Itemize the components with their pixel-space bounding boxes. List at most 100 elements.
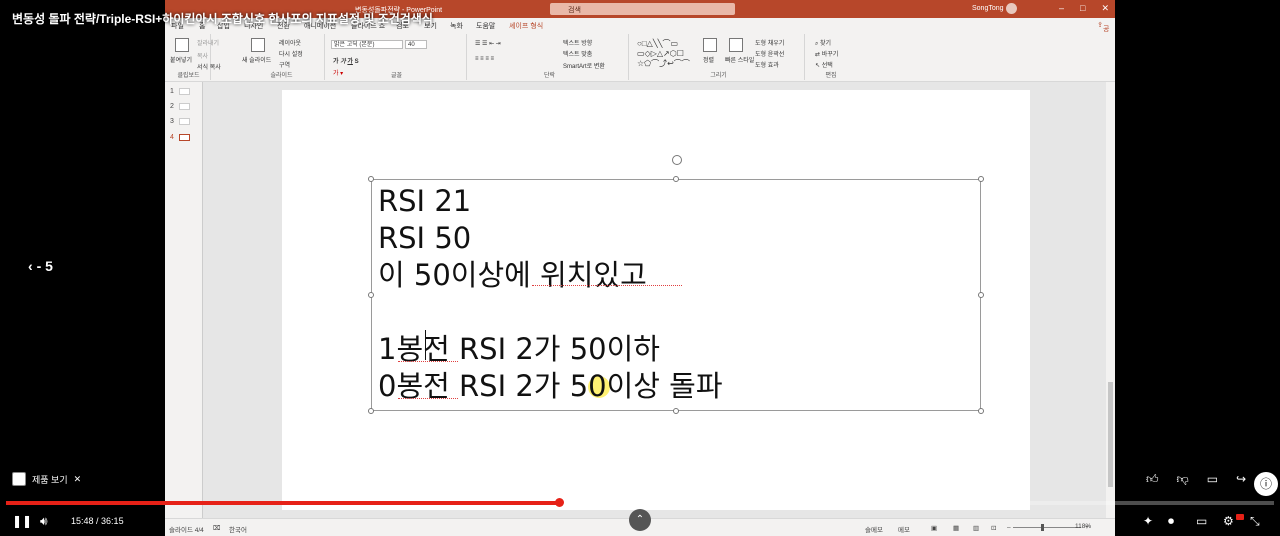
- text-line: 이 50이상에 위치있고: [378, 258, 647, 292]
- info-icon[interactable]: ⓘ: [1254, 472, 1278, 496]
- section-button[interactable]: 구역: [279, 60, 290, 69]
- select-label: 선택: [821, 63, 833, 69]
- comment-icon[interactable]: ▭: [1207, 472, 1218, 487]
- resize-handle[interactable]: [368, 292, 374, 298]
- quick-styles-button[interactable]: 빠른 스타일: [725, 55, 754, 64]
- product-thumbnail-icon: [12, 472, 26, 486]
- quick-styles-icon[interactable]: [729, 38, 743, 52]
- products-chip[interactable]: 제품 보기 ✕: [12, 472, 81, 486]
- share-icon[interactable]: ↪: [1236, 472, 1246, 487]
- volume-icon[interactable]: 🔊︎: [40, 514, 48, 529]
- arrange-icon[interactable]: [703, 38, 717, 52]
- pause-icon[interactable]: ❚❚: [12, 514, 32, 528]
- align-icons[interactable]: ≡ ≡ ≡ ≡: [475, 56, 494, 62]
- group-label-slides: 슬라이드: [270, 73, 293, 79]
- select-button[interactable]: ↖ 선택: [815, 60, 833, 69]
- smartart-button[interactable]: SmartArt로 변환: [563, 61, 605, 70]
- layout-button[interactable]: 레이아웃: [279, 38, 301, 47]
- tab-help[interactable]: 도움말: [476, 21, 495, 31]
- slide-thumbnail[interactable]: 3: [170, 118, 190, 125]
- scrubber-knob[interactable]: [554, 498, 564, 507]
- shape-effects-button[interactable]: 도형 효과: [755, 60, 779, 69]
- slide-number: 3: [170, 118, 174, 125]
- copy-button[interactable]: 복사: [197, 51, 208, 60]
- progress-bar[interactable]: [6, 498, 1274, 507]
- bold-icon[interactable]: 가 가 가 S: [333, 56, 359, 65]
- group-clipboard: 붙여넣기 잘라내기 복사 서식 복사 클립보드: [167, 34, 221, 80]
- powerpoint-window: 변동성돌파전략 - PowerPoint 검색 SongTong – □ ✕ 파…: [165, 0, 1115, 536]
- new-slide-icon[interactable]: [251, 38, 265, 52]
- shape-outline-button[interactable]: 도형 윤곽선: [755, 49, 784, 58]
- resize-handle[interactable]: [673, 176, 679, 182]
- slide-thumbnail-pane: 1 2 3 4: [165, 82, 203, 518]
- slide-thumbnail[interactable]: 1: [170, 88, 190, 95]
- like-icon[interactable]: 👍︎: [1146, 472, 1159, 487]
- duration: 36:15: [101, 516, 124, 526]
- slide-text[interactable]: RSI 21 RSI 50 이 50이상에 위치있고 1봉전 RSI 2가 50…: [378, 183, 723, 405]
- settings-icon[interactable]: ⚙: [1223, 514, 1234, 528]
- slide-thumbnail[interactable]: 2: [170, 103, 190, 110]
- shape-fill-button[interactable]: 도형 채우기: [755, 38, 784, 47]
- group-drawing: ○□△╲╲⌒▭ ▭◇▷△↗⬡☐ ☆⬠⌒⤴↩⌒⌒ 정렬 빠른 스타일 도형 채우기 도…: [633, 34, 805, 80]
- find-button[interactable]: ⌕ 찾기: [815, 38, 831, 48]
- maximize-icon[interactable]: □: [1080, 3, 1085, 14]
- replace-button[interactable]: ⇄ 바꾸기: [815, 49, 838, 58]
- text-line: 0봉전 RSI 2가 50이상 돌파: [378, 369, 723, 403]
- paste-icon[interactable]: [175, 38, 189, 52]
- shapes-gallery-icon[interactable]: ○□△╲╲⌒▭ ▭◇▷△↗⬡☐ ☆⬠⌒⤴↩⌒⌒: [637, 38, 690, 69]
- tab-shape-format[interactable]: 셰이프 형식: [509, 21, 543, 31]
- resize-handle[interactable]: [368, 176, 374, 182]
- font-size-select[interactable]: 40: [405, 40, 427, 49]
- slide-number: 1: [170, 88, 174, 95]
- chapter-label: - 5: [36, 258, 53, 274]
- subtitles-icon[interactable]: ▭: [1196, 514, 1207, 528]
- group-slides: 새 슬라이드 레이아웃 다시 설정 구역 슬라이드: [239, 34, 325, 80]
- ribbon: 붙여넣기 잘라내기 복사 서식 복사 클립보드 새 슬라이드 레이아웃 다시 설…: [165, 32, 1115, 82]
- time-separator: /: [93, 516, 102, 526]
- chapter-back[interactable]: ‹ - 5: [28, 258, 53, 274]
- resize-handle[interactable]: [978, 292, 984, 298]
- arrange-button[interactable]: 정렬: [703, 55, 714, 64]
- resize-handle[interactable]: [673, 408, 679, 414]
- rotate-handle-icon[interactable]: [672, 155, 682, 165]
- autoplay-toggle-icon[interactable]: ⏺: [1168, 514, 1174, 529]
- spellcheck-underline: [532, 284, 682, 286]
- fullscreen-icon[interactable]: ⤡: [1250, 514, 1260, 529]
- video-player[interactable]: 변동성돌파전략 - PowerPoint 검색 SongTong – □ ✕ 파…: [0, 0, 1280, 536]
- group-label-editing: 편집: [825, 73, 837, 79]
- text-direction-button[interactable]: 텍스트 방향: [563, 38, 592, 47]
- dislike-icon[interactable]: 👎︎: [1177, 472, 1189, 487]
- resize-handle[interactable]: [368, 408, 374, 414]
- font-family-select[interactable]: 맑은 고딕 (본문): [331, 40, 403, 49]
- new-slide-button[interactable]: 새 슬라이드: [242, 55, 271, 64]
- vertical-scrollbar[interactable]: [1106, 82, 1115, 518]
- resize-handle[interactable]: [978, 408, 984, 414]
- avatar[interactable]: [1006, 3, 1017, 14]
- find-label: 찾기: [820, 41, 832, 47]
- time-display: 15:48 / 36:15: [71, 516, 124, 526]
- user-name: SongTong: [972, 5, 1004, 12]
- current-slide[interactable]: RSI 21 RSI 50 이 50이상에 위치있고 1봉전 RSI 2가 50…: [282, 90, 1030, 510]
- current-time: 15:48: [71, 516, 94, 526]
- group-label-clipboard: 클립보드: [177, 73, 200, 79]
- paste-button[interactable]: 붙여넣기: [170, 55, 192, 64]
- sparkle-icon[interactable]: ✦: [1143, 514, 1153, 528]
- close-icon[interactable]: ✕: [74, 474, 82, 485]
- slide-canvas: RSI 21 RSI 50 이 50이상에 위치있고 1봉전 RSI 2가 50…: [203, 82, 1106, 518]
- replace-label: 바꾸기: [821, 52, 839, 58]
- resize-handle[interactable]: [978, 176, 984, 182]
- align-text-button[interactable]: 텍스트 맞춤: [563, 49, 592, 58]
- share-button[interactable]: ⇪ 공유: [1097, 21, 1109, 43]
- bullets-icon[interactable]: ☰ ☰ ⇤ ⇥: [475, 40, 501, 47]
- tab-record[interactable]: 녹화: [450, 21, 463, 31]
- close-icon[interactable]: ✕: [1101, 3, 1109, 14]
- search-placeholder: 검색: [568, 7, 581, 14]
- cut-button[interactable]: 잘라내기: [197, 38, 219, 47]
- minimize-icon[interactable]: –: [1059, 3, 1064, 14]
- search-box[interactable]: 검색: [550, 3, 735, 15]
- chevron-up-icon[interactable]: ⌃: [629, 509, 651, 531]
- reset-button[interactable]: 다시 설정: [279, 49, 303, 58]
- slide-thumbnail-active[interactable]: 4: [170, 134, 190, 141]
- group-label-paragraph: 단락: [543, 73, 556, 79]
- text-line: RSI 21: [378, 184, 472, 218]
